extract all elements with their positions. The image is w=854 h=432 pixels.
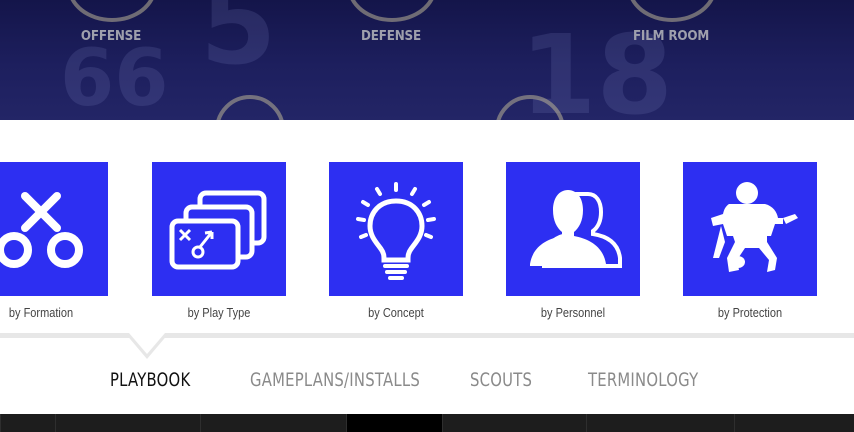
lightbulb-icon — [356, 182, 436, 280]
tab-scouts[interactable]: SCOUTS — [470, 369, 532, 391]
category-label[interactable]: by Concept — [321, 306, 471, 320]
offense-icon[interactable] — [67, 0, 157, 22]
category-formation[interactable] — [0, 162, 108, 296]
category-concept[interactable] — [329, 162, 463, 296]
tab-gameplans-installs[interactable]: GAMEPLANS/INSTALLS — [250, 369, 420, 391]
category-personnel[interactable] — [506, 162, 640, 296]
bottom-nav-segment[interactable] — [55, 414, 200, 432]
category-label[interactable]: by Play Type — [144, 306, 294, 320]
active-tab-pointer-inner — [129, 333, 165, 354]
category-label[interactable]: by Protection — [675, 306, 825, 320]
tab-playbook[interactable]: PLAYBOOK — [110, 369, 190, 391]
bottom-nav-segment-active[interactable] — [346, 414, 442, 432]
hero-background-number: 5 — [200, 0, 277, 89]
bottom-nav-strip — [0, 414, 854, 432]
bottom-nav-segment[interactable] — [586, 414, 734, 432]
category-label[interactable]: by Personnel — [498, 306, 648, 320]
formation-icon — [0, 192, 83, 268]
tab-terminology[interactable]: TERMINOLOGY — [588, 369, 698, 391]
lineman-icon — [711, 182, 798, 272]
bottom-nav-segment[interactable] — [200, 414, 346, 432]
bottom-nav-segment[interactable] — [0, 414, 55, 432]
film-room-link[interactable]: FILM ROOM — [607, 29, 736, 44]
hero-icon-partial[interactable] — [215, 95, 285, 120]
offense-link[interactable]: OFFENSE — [47, 29, 176, 44]
play-type-icon — [169, 190, 267, 270]
bottom-nav-segment[interactable] — [442, 414, 586, 432]
defense-link[interactable]: DEFENSE — [327, 29, 456, 44]
category-label[interactable]: by Formation — [0, 306, 116, 320]
personnel-icon — [530, 190, 622, 268]
hero-background-number: 66 — [60, 34, 169, 120]
defense-icon[interactable] — [347, 0, 437, 22]
category-protection[interactable] — [683, 162, 817, 296]
bottom-nav-segment[interactable] — [734, 414, 854, 432]
category-play-type[interactable] — [152, 162, 286, 296]
hero-banner: 66 18 5 OFFENSE DEFENSE FILM ROOM — [0, 0, 854, 120]
category-band: by Formation by Play Type by Concept by … — [0, 120, 854, 340]
